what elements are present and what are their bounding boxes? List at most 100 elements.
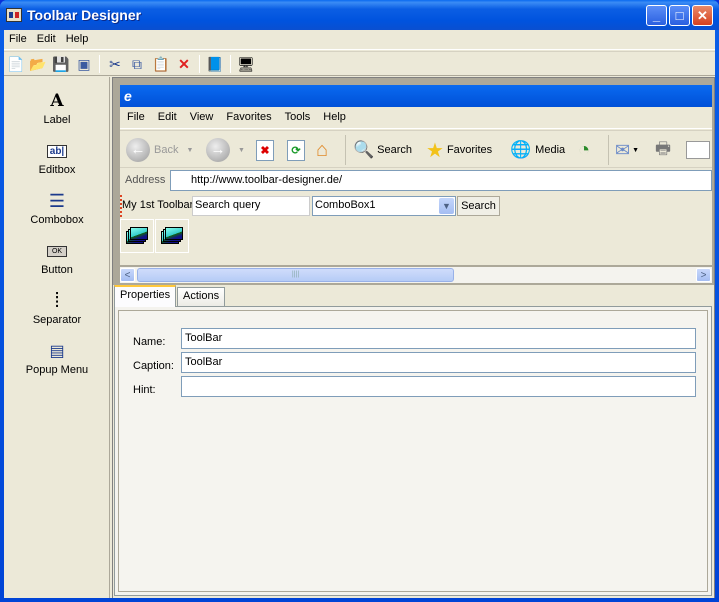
home-icon: ⌂ xyxy=(316,138,329,161)
back-button[interactable]: ← Back ▼ xyxy=(126,137,193,163)
address-bar: Address http://www.toolbar-designer.de/ xyxy=(120,169,712,193)
button-icon: OK xyxy=(46,245,68,257)
component-palette: A Label ab| Editbox ☰ Combobox OK Button… xyxy=(4,77,110,598)
chevron-down-icon: ▼ xyxy=(186,146,194,154)
stop-button[interactable]: ✖ xyxy=(256,137,274,163)
back-arrow-icon: ← xyxy=(126,138,150,162)
copy-icon[interactable]: ⧉ xyxy=(128,55,146,73)
save-icon[interactable]: 💾 xyxy=(52,55,70,73)
properties-area: Properties Actions Name: ToolBar Caption… xyxy=(113,285,714,598)
scroll-right-icon[interactable]: > xyxy=(696,268,711,282)
maximize-button[interactable]: □ xyxy=(669,5,690,26)
install-icon[interactable]: 🖥 xyxy=(237,55,255,73)
palette-item-popup-menu[interactable]: ▤ Popup Menu xyxy=(4,340,110,376)
browser-menu-bar: File Edit View Favorites Tools Help xyxy=(120,107,712,129)
cut-icon[interactable]: ✂ xyxy=(106,55,124,73)
media-label: Media xyxy=(535,144,566,156)
tab-properties[interactable]: Properties xyxy=(114,285,177,307)
browser-toolbar: ← Back ▼ → ▼ ✖ ⟳ ⌂ 🔍 Search ★ Favorites … xyxy=(120,130,712,168)
scroll-thumb[interactable]: |||| xyxy=(137,268,454,282)
browser-menu-tools[interactable]: Tools xyxy=(278,107,317,123)
menu-help[interactable]: Help xyxy=(61,30,94,48)
palette-label: Separator xyxy=(32,314,82,326)
forward-button[interactable]: → ▼ xyxy=(206,137,245,163)
refresh-icon: ⟳ xyxy=(287,139,305,161)
image-button-1[interactable] xyxy=(120,219,154,253)
palette-item-label[interactable]: A Label xyxy=(4,90,110,126)
hint-row: Hint: xyxy=(119,376,709,398)
search-icon: 🔍 xyxy=(353,140,375,159)
combobox[interactable]: ComboBox1 ▼ xyxy=(312,196,456,216)
name-field[interactable]: ToolBar xyxy=(181,328,696,349)
title-bar[interactable]: Toolbar Designer _ □ ✕ xyxy=(0,0,719,30)
media-button[interactable]: 🌐 Media xyxy=(510,137,565,163)
browser-menu-file[interactable]: File xyxy=(120,107,151,123)
browser-menu-help[interactable]: Help xyxy=(316,107,352,123)
menu-file[interactable]: File xyxy=(4,30,32,48)
browser-menu-view[interactable]: View xyxy=(183,107,220,123)
toolbar-separator xyxy=(199,55,200,73)
paste-icon[interactable]: 📋 xyxy=(152,55,170,73)
refresh-button[interactable]: ⟳ xyxy=(287,137,305,163)
open-icon[interactable]: 📂 xyxy=(29,55,47,73)
search-button[interactable]: 🔍 Search xyxy=(353,137,412,163)
edit-button[interactable] xyxy=(686,137,710,163)
custom-toolbar: My 1st Toolbar Search query ComboBox1 ▼ … xyxy=(120,195,500,217)
toolbar-separator xyxy=(99,55,100,73)
palette-label: Popup Menu xyxy=(25,364,89,376)
print-button[interactable]: 🖶 xyxy=(655,137,671,163)
label-icon: A xyxy=(50,91,64,111)
images-icon xyxy=(126,227,148,245)
popup-menu-icon: ▤ xyxy=(49,343,65,360)
menu-bar: File Edit Help xyxy=(4,30,715,50)
new-icon[interactable]: 📄 xyxy=(7,55,25,73)
address-input[interactable]: http://www.toolbar-designer.de/ xyxy=(170,170,712,191)
printer-icon: 🖶 xyxy=(655,138,672,158)
tab-actions[interactable]: Actions xyxy=(177,287,226,306)
history-button[interactable]: ◔ xyxy=(578,137,590,163)
editbox-icon: ab| xyxy=(46,144,68,158)
mail-button[interactable]: ✉ ▼ xyxy=(615,137,639,163)
hint-label: Hint: xyxy=(133,384,156,396)
window-title: Toolbar Designer xyxy=(27,7,142,23)
help-icon[interactable]: 📘 xyxy=(206,55,224,73)
minimize-button[interactable]: _ xyxy=(646,5,667,26)
app-icon xyxy=(6,8,22,22)
preview-icon[interactable]: ▣ xyxy=(75,55,93,73)
home-button[interactable]: ⌂ xyxy=(316,137,328,163)
scroll-left-icon[interactable]: < xyxy=(120,268,135,282)
favorites-button[interactable]: ★ Favorites xyxy=(426,137,492,163)
browser-preview: e File Edit View Favorites Tools Help ← Back … xyxy=(120,85,712,265)
chevron-down-icon[interactable]: ▼ xyxy=(439,198,454,214)
browser-menu-edit[interactable]: Edit xyxy=(151,107,183,123)
horizontal-scrollbar[interactable]: < |||| > xyxy=(120,267,712,283)
search-query-field[interactable]: Search query xyxy=(192,196,310,216)
palette-label: Combobox xyxy=(30,214,84,226)
caption-field[interactable]: ToolBar xyxy=(181,352,696,373)
toolbar-caption: My 1st Toolbar xyxy=(122,199,194,211)
combobox-value: ComboBox1 xyxy=(315,199,376,211)
image-button-2[interactable] xyxy=(155,219,189,253)
browser-title-bar: e xyxy=(120,85,712,107)
caption-label: Caption: xyxy=(133,360,174,372)
browser-menu-favorites[interactable]: Favorites xyxy=(219,107,277,123)
mail-icon: ✉ xyxy=(615,139,631,160)
chevron-down-icon: ▼ xyxy=(632,146,640,154)
palette-item-button[interactable]: OK Button xyxy=(4,240,110,276)
palette-item-separator[interactable]: ⁞ Separator xyxy=(4,290,110,327)
properties-panel: Name: ToolBar Caption: ToolBar Hint: xyxy=(114,306,712,596)
hint-field[interactable] xyxy=(181,376,696,397)
stop-icon: ✖ xyxy=(256,139,274,161)
forward-arrow-icon: → xyxy=(206,138,230,162)
palette-item-combobox[interactable]: ☰ Combobox xyxy=(4,190,110,227)
application-window: Toolbar Designer _ □ ✕ File Edit Help 📄 📂 … xyxy=(0,0,719,602)
search-submit-button[interactable]: Search xyxy=(457,196,500,216)
toolbar-separator xyxy=(345,135,346,165)
history-icon: ◔ xyxy=(578,138,591,161)
properties-form: Name: ToolBar Caption: ToolBar Hint: xyxy=(118,310,708,592)
close-button[interactable]: ✕ xyxy=(692,5,713,26)
palette-item-editbox[interactable]: ab| Editbox xyxy=(4,140,110,176)
menu-edit[interactable]: Edit xyxy=(32,30,61,48)
back-label: Back xyxy=(154,144,179,156)
delete-icon[interactable]: ✕ xyxy=(175,55,193,73)
